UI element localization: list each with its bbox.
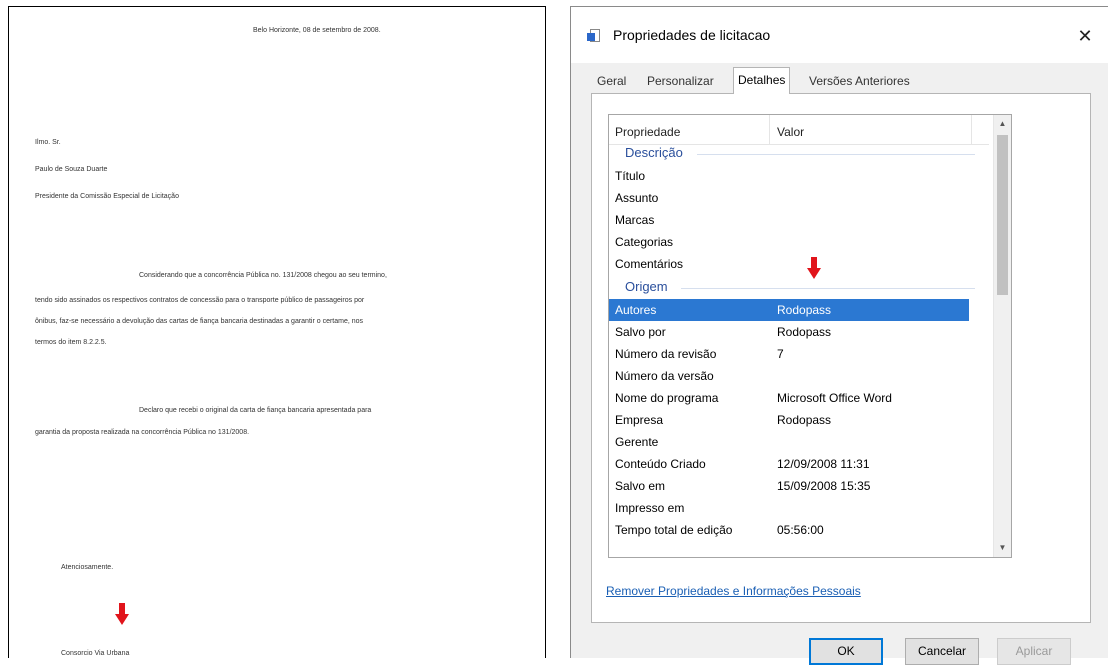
properties-dialog: Propriedades de licitacao ✕ Geral Person… bbox=[570, 6, 1108, 665]
list-item[interactable]: Assunto bbox=[609, 187, 969, 209]
signature: Consorcio Via Urbana bbox=[61, 650, 130, 657]
date-line: Belo Horizonte, 08 de setembro de 2008. bbox=[253, 27, 381, 34]
group-divider bbox=[697, 154, 975, 155]
list-item[interactable]: Tempo total de edição 05:56:00 bbox=[609, 519, 969, 541]
group-header-origin: Origem bbox=[625, 279, 668, 294]
list-item[interactable]: Título bbox=[609, 165, 969, 187]
list-item[interactable]: Número da versão bbox=[609, 365, 969, 387]
list-item[interactable]: Número da revisão 7 bbox=[609, 343, 969, 365]
list-item[interactable]: Salvo em 15/09/2008 15:35 bbox=[609, 475, 969, 497]
list-item[interactable]: Conteúdo Criado 12/09/2008 11:31 bbox=[609, 453, 969, 475]
red-arrow-down-icon bbox=[807, 257, 821, 279]
column-divider[interactable] bbox=[971, 115, 972, 145]
ok-button[interactable]: OK bbox=[809, 638, 883, 665]
details-panel: Propriedade Valor Descrição Título Assun… bbox=[591, 93, 1091, 623]
paragraph1-line2: tendo sido assinados os respectivos cont… bbox=[35, 297, 365, 304]
list-item[interactable]: Salvo por Rodopass bbox=[609, 321, 969, 343]
list-item[interactable]: Marcas bbox=[609, 209, 969, 231]
column-header-property[interactable]: Propriedade bbox=[615, 125, 680, 139]
tab-strip: Geral Personalizar Detalhes Versões Ante… bbox=[593, 67, 1093, 94]
tab-versoes-anteriores[interactable]: Versões Anteriores bbox=[805, 71, 914, 93]
scrollbar-thumb[interactable] bbox=[997, 135, 1008, 295]
column-divider[interactable] bbox=[769, 115, 770, 145]
apply-button[interactable]: Aplicar bbox=[997, 638, 1071, 665]
salutation: Ilmo. Sr. bbox=[35, 139, 61, 146]
cancel-button[interactable]: Cancelar bbox=[905, 638, 979, 665]
red-arrow-down-icon bbox=[115, 603, 129, 625]
title-bar[interactable]: Propriedades de licitacao ✕ bbox=[571, 7, 1108, 63]
list-item[interactable]: Comentários bbox=[609, 253, 969, 275]
scroll-down-arrow-icon[interactable]: ▼ bbox=[994, 539, 1011, 557]
vertical-scrollbar[interactable]: ▲ ▼ bbox=[993, 115, 1011, 557]
paragraph2-line1: Declaro que recebi o original da carta d… bbox=[139, 407, 372, 414]
dialog-title: Propriedades de licitacao bbox=[613, 27, 771, 43]
list-item-selected[interactable]: Autores Rodopass bbox=[609, 299, 969, 321]
list-item[interactable]: Nome do programa Microsoft Office Word bbox=[609, 387, 969, 409]
group-divider bbox=[681, 288, 975, 289]
paragraph2-line2: garantia da proposta realizada na concor… bbox=[35, 429, 250, 436]
properties-list[interactable]: Propriedade Valor Descrição Título Assun… bbox=[608, 114, 1012, 558]
tab-geral[interactable]: Geral bbox=[593, 71, 630, 93]
list-item[interactable]: Gerente bbox=[609, 431, 969, 453]
closing: Atenciosamente. bbox=[61, 564, 114, 571]
paragraph1-line4: termos do item 8.2.2.5. bbox=[35, 339, 107, 346]
tab-personalizar[interactable]: Personalizar bbox=[643, 71, 718, 93]
close-button[interactable]: ✕ bbox=[1070, 21, 1100, 51]
remove-properties-link[interactable]: Remover Propriedades e Informações Pesso… bbox=[606, 584, 861, 598]
list-item[interactable]: Empresa Rodopass bbox=[609, 409, 969, 431]
column-header-value[interactable]: Valor bbox=[777, 125, 804, 139]
paragraph1-line3: ônibus, faz-se necessário a devolução da… bbox=[35, 318, 364, 325]
scroll-up-arrow-icon[interactable]: ▲ bbox=[994, 115, 1011, 133]
word-document-icon bbox=[587, 29, 601, 43]
recipient-title: Presidente da Comissão Especial de Licit… bbox=[35, 193, 179, 200]
list-header: Propriedade Valor bbox=[609, 115, 989, 145]
group-header-description: Descrição bbox=[625, 145, 683, 160]
paragraph1-line1: Considerando que a concorrência Pública … bbox=[139, 272, 387, 279]
list-item[interactable]: Impresso em bbox=[609, 497, 969, 519]
tab-detalhes[interactable]: Detalhes bbox=[733, 67, 791, 94]
recipient-name: Paulo de Souza Duarte bbox=[35, 166, 108, 173]
list-item[interactable]: Categorias bbox=[609, 231, 969, 253]
document-page: Belo Horizonte, 08 de setembro de 2008. … bbox=[8, 6, 546, 658]
